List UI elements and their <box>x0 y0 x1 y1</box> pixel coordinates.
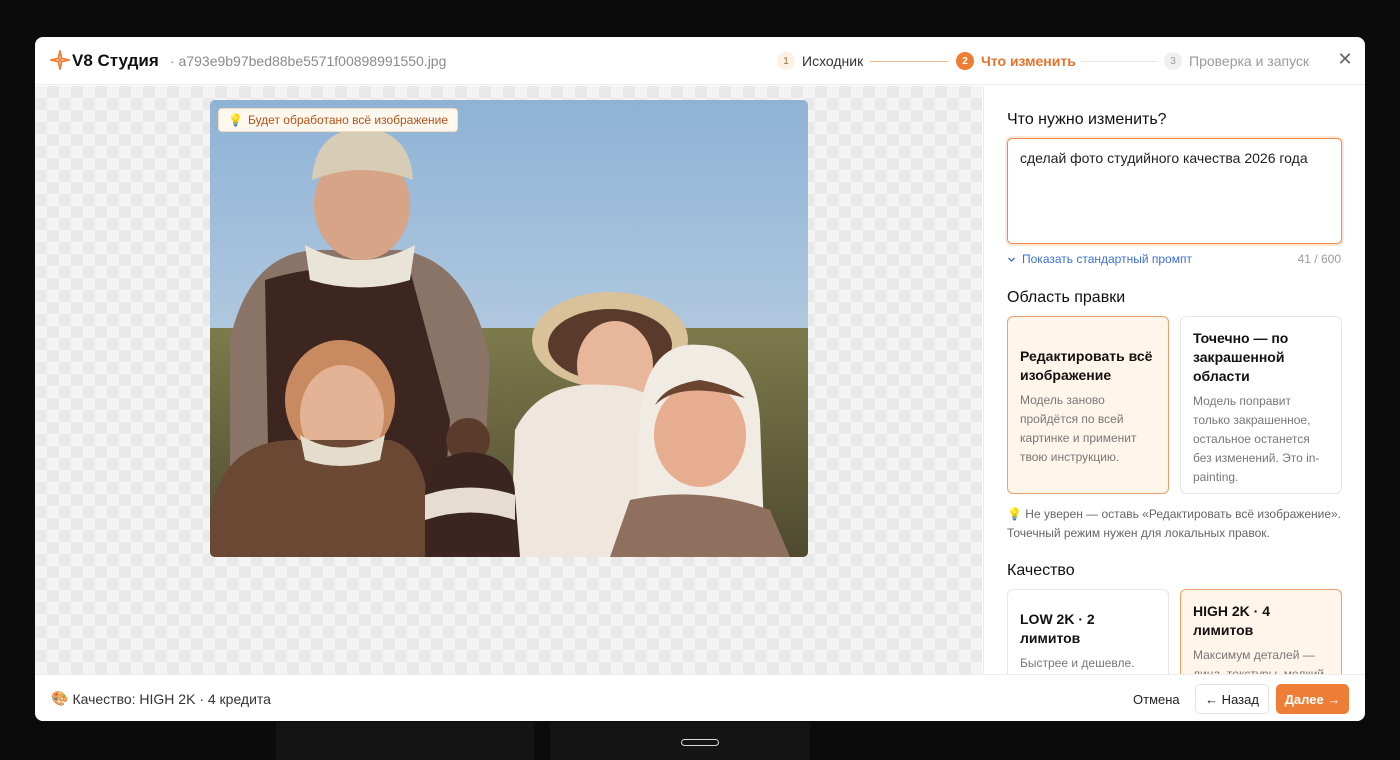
photo-image <box>210 100 808 557</box>
option-title: Редактировать всё изображение <box>1020 348 1153 383</box>
option-description: Быстрее и дешевле. Обычно этого <box>1020 656 1135 670</box>
option-description: Максимум деталей — лица, текстуры, мелки… <box>1193 648 1324 674</box>
palette-icon: 🎨 <box>51 690 69 706</box>
step-source[interactable]: 1 Исходник <box>777 51 863 71</box>
step-number: 3 <box>1164 52 1182 70</box>
background-thumbnails <box>276 722 810 760</box>
step-label: Что изменить <box>981 53 1076 69</box>
step-connector <box>870 61 948 62</box>
badge-text: Будет обработано всё изображение <box>247 113 449 127</box>
prompt-input[interactable]: сделай фото студийного качества 2026 год… <box>1007 138 1342 244</box>
next-button[interactable]: Далее → <box>1276 684 1349 714</box>
cancel-button[interactable]: Отмена <box>1125 684 1188 714</box>
quality-summary-text: Качество: HIGH 2K · 4 кредита <box>72 690 271 707</box>
back-button[interactable]: ← Назад <box>1195 684 1269 714</box>
area-option-masked[interactable]: Точечно — по закрашенной области Модель … <box>1180 316 1342 494</box>
brand-title: V8 Студия <box>72 51 159 70</box>
step-number: 2 <box>956 52 974 70</box>
area-hint: 💡 Не уверен — оставь «Редактировать всё … <box>1007 507 1342 540</box>
chevron-down-icon <box>1008 257 1015 262</box>
step-label: Исходник <box>802 53 864 69</box>
quality-option-low[interactable]: LOW 2K · 2 лимитов Быстрее и дешевле. Об… <box>1007 589 1169 674</box>
step-review-launch[interactable]: 3 Проверка и запуск <box>1164 51 1309 71</box>
char-counter: 41 / 600 <box>1297 252 1341 266</box>
whole-image-badge: 💡 Будет обработано всё изображение <box>218 108 459 132</box>
studio-modal: V8 Студия · a793e9b97bed88be5571f0089899… <box>35 37 1365 721</box>
step-label: Проверка и запуск <box>1189 53 1310 69</box>
close-icon[interactable]: ✕ <box>1333 47 1357 71</box>
home-indicator <box>681 739 719 746</box>
prompt-heading: Что нужно изменить? <box>1007 111 1167 128</box>
source-photo[interactable]: 💡 Будет обработано всё изображение <box>210 100 808 557</box>
quality-heading: Качество <box>1007 562 1075 579</box>
image-canvas[interactable]: 💡 Будет обработано всё изображение <box>35 86 982 674</box>
option-title: LOW 2K · 2 лимитов <box>1020 611 1095 646</box>
modal-header: V8 Студия · a793e9b97bed88be5571f0089899… <box>35 37 1365 85</box>
option-description: Модель поправит только закрашенное, оста… <box>1193 394 1320 484</box>
quality-option-high[interactable]: HIGH 2K · 4 лимитов Максимум деталей — л… <box>1180 589 1342 674</box>
settings-panel[interactable]: Что нужно изменить? сделай фото студийно… <box>983 86 1365 674</box>
option-title: Точечно — по закрашенной области <box>1193 330 1289 384</box>
step-what-to-change[interactable]: 2 Что изменить <box>956 51 1076 71</box>
option-title: HIGH 2K · 4 лимитов <box>1193 603 1271 638</box>
lightbulb-icon: 💡 <box>228 113 243 127</box>
area-option-whole-image[interactable]: Редактировать всё изображение Модель зан… <box>1007 316 1169 494</box>
option-description: Модель заново пройдётся по всей картинке… <box>1020 393 1137 464</box>
sparkle-icon <box>50 50 70 70</box>
quality-summary: 🎨 Качество: HIGH 2K · 4 кредита <box>51 690 271 707</box>
step-number: 1 <box>777 52 795 70</box>
show-default-prompt-link[interactable]: Показать стандартный промпт <box>1007 252 1192 266</box>
step-connector <box>1080 61 1158 62</box>
area-heading: Область правки <box>1007 289 1126 306</box>
show-default-label: Показать стандартный промпт <box>1022 252 1192 266</box>
file-name: · a793e9b97bed88be5571f00898991550.jpg <box>170 53 447 69</box>
modal-footer: 🎨 Качество: HIGH 2K · 4 кредита Отмена ←… <box>35 674 1365 721</box>
